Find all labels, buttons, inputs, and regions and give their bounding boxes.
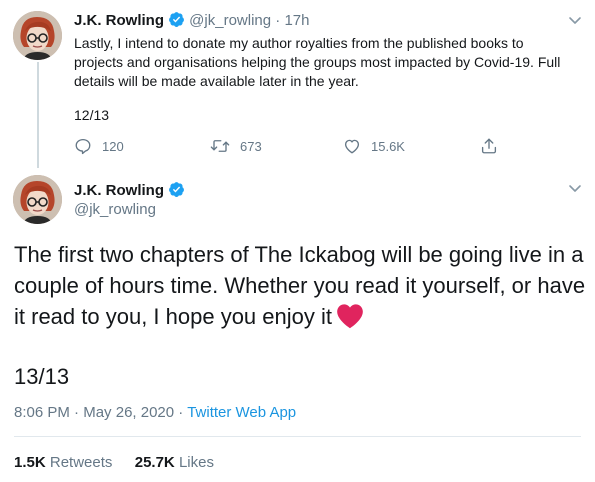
retweet-icon (210, 140, 230, 152)
likes-label: Likes (178, 454, 214, 471)
tweet2-text-block: The first two chapters of The Ickabog wi… (14, 239, 589, 337)
verified-badge-icon (168, 11, 185, 32)
like-button[interactable]: 15.6K (343, 137, 405, 155)
avatar[interactable] (13, 11, 62, 60)
like-count: 15.6K (371, 138, 405, 154)
verified-badge-icon (168, 181, 185, 203)
share-icon (481, 138, 497, 154)
meta-separator: · (178, 404, 184, 421)
tweet-date[interactable]: May 26, 2020 (83, 404, 174, 421)
author-name[interactable]: J.K. Rowling (74, 182, 164, 199)
tweet1-header: J.K. Rowling @jk_rowling · 17h (74, 11, 309, 32)
retweets-value: 1.5K (14, 454, 46, 471)
thread-count: 13/13 (14, 364, 70, 389)
meta-separator: · (74, 404, 80, 421)
author-name[interactable]: J.K. Rowling (74, 12, 164, 29)
thread-count: 12/13 (74, 107, 110, 123)
author-handle[interactable]: @jk_rowling (189, 12, 271, 29)
tweet-timestamp: 8:06 PM · May 26, 2020 · Twitter Web App (14, 404, 296, 421)
reply-count: 120 (102, 138, 124, 154)
author-handle[interactable]: @jk_rowling (74, 201, 156, 218)
retweet-count: 673 (240, 138, 262, 154)
tweet-source-link[interactable]: Twitter Web App (187, 404, 296, 421)
retweets-label: Retweets (49, 454, 113, 471)
reply-icon (75, 138, 91, 155)
likes-value: 25.7K (134, 454, 175, 471)
meta-separator: · (275, 12, 281, 29)
retweet-button[interactable]: 673 (210, 137, 262, 155)
tweet-time[interactable]: 17h (284, 12, 309, 29)
share-button[interactable] (480, 137, 508, 155)
avatar[interactable] (13, 175, 62, 224)
tweet2-header: J.K. Rowling (74, 181, 185, 203)
tweet2-text: The first two chapters of The Ickabog wi… (14, 242, 586, 329)
reply-button[interactable]: 120 (74, 137, 124, 155)
divider (14, 436, 581, 437)
likes-stat[interactable]: 25.7K Likes (135, 454, 214, 471)
tweet1-text: Lastly, I intend to donate my author roy… (74, 35, 561, 89)
thread-connector-line (37, 62, 39, 168)
red-heart-icon (336, 303, 364, 337)
chevron-down-icon[interactable] (568, 181, 582, 195)
retweets-stat[interactable]: 1.5K Retweets (14, 454, 112, 471)
like-icon (344, 139, 360, 154)
chevron-down-icon[interactable] (568, 13, 582, 27)
engagement-stats: 1.5K Retweets 25.7K Likes (14, 454, 214, 471)
tweet-time[interactable]: 8:06 PM (14, 404, 70, 421)
